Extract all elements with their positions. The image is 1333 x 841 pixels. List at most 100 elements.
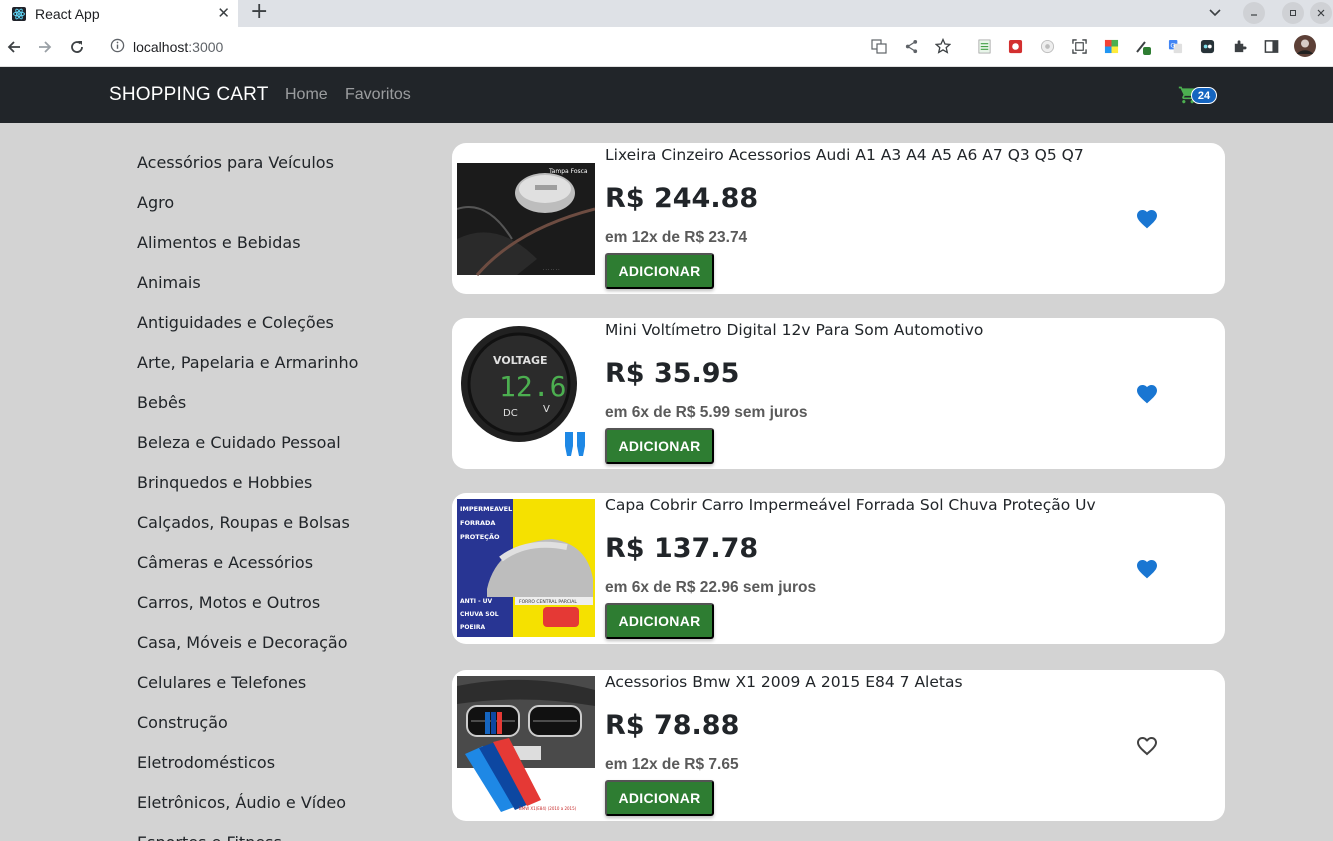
category-item[interactable]: Agro bbox=[137, 193, 174, 212]
category-item[interactable]: Acessórios para Veículos bbox=[137, 153, 334, 172]
product-price: R$ 35.95 bbox=[605, 358, 740, 389]
bookmark-star-icon[interactable] bbox=[934, 37, 952, 55]
add-to-cart-button[interactable]: ADICIONAR bbox=[605, 428, 714, 464]
tab-title: React App bbox=[35, 5, 100, 22]
screenshot-icon[interactable] bbox=[1070, 37, 1088, 55]
category-item[interactable]: Eletrônicos, Áudio e Vídeo bbox=[137, 793, 346, 812]
nav-link-favoritos[interactable]: Favoritos bbox=[345, 86, 411, 104]
forward-arrow-icon[interactable] bbox=[33, 35, 57, 59]
browser-tab[interactable]: React App ✕ bbox=[0, 0, 238, 27]
svg-text:12.6: 12.6 bbox=[499, 370, 566, 403]
side-panel-icon[interactable] bbox=[1262, 37, 1280, 55]
category-item[interactable]: Antiguidades e Coleções bbox=[137, 313, 334, 332]
image-caption: Tampa Fosca bbox=[548, 168, 588, 175]
product-installments: em 12x de R$ 23.74 bbox=[605, 229, 748, 246]
product-title[interactable]: Mini Voltímetro Digital 12v Para Som Aut… bbox=[605, 321, 983, 339]
grey-circle-extension-icon[interactable] bbox=[1038, 37, 1056, 55]
extensions-puzzle-icon[interactable] bbox=[1230, 37, 1248, 55]
svg-text:BMW X1(E84) (2010 a 2015): BMW X1(E84) (2010 a 2015) bbox=[519, 806, 577, 811]
category-item[interactable]: Bebês bbox=[137, 393, 186, 412]
category-item[interactable]: Carros, Motos e Outros bbox=[137, 593, 320, 612]
red-extension-icon[interactable] bbox=[1006, 37, 1024, 55]
sheets-extension-icon[interactable] bbox=[975, 37, 993, 55]
svg-text:G: G bbox=[1170, 41, 1175, 49]
eyedropper-icon[interactable] bbox=[1134, 37, 1152, 55]
image-caption: VOLTAGE bbox=[493, 354, 548, 367]
reload-icon[interactable] bbox=[65, 35, 89, 59]
product-image: IMPERMEAVEL FORRADA PROTEÇÃO ANTI - UV C… bbox=[457, 499, 595, 637]
add-to-cart-button[interactable]: ADICIONAR bbox=[605, 780, 714, 816]
url-port: :3000 bbox=[188, 39, 224, 55]
url-host: localhost bbox=[133, 39, 189, 55]
svg-text:CHUVA SOL: CHUVA SOL bbox=[460, 611, 499, 618]
svg-text:DC: DC bbox=[503, 408, 518, 419]
minimize-icon[interactable] bbox=[1243, 2, 1265, 24]
product-price: R$ 78.88 bbox=[605, 710, 740, 741]
close-window-icon[interactable] bbox=[1310, 2, 1332, 24]
category-item[interactable]: Calçados, Roupas e Bolsas bbox=[137, 513, 350, 532]
heart-filled-icon[interactable] bbox=[1135, 207, 1159, 231]
product-title[interactable]: Capa Cobrir Carro Impermeável Forrada So… bbox=[605, 496, 1096, 514]
url-text: localhost:3000 bbox=[133, 39, 223, 55]
category-item[interactable]: Celulares e Telefones bbox=[137, 673, 306, 692]
product-installments: em 12x de R$ 7.65 bbox=[605, 756, 739, 773]
app-navbar: SHOPPING CART Home Favoritos 24 bbox=[0, 67, 1333, 123]
category-item[interactable]: Alimentos e Bebidas bbox=[137, 233, 301, 252]
product-card: VOLTAGE 12.6 DC V Mini Voltímetro Digita… bbox=[452, 318, 1225, 469]
product-card: IMPERMEAVEL FORRADA PROTEÇÃO ANTI - UV C… bbox=[452, 493, 1225, 644]
cart-count-badge: 24 bbox=[1191, 87, 1217, 104]
product-title[interactable]: Lixeira Cinzeiro Acessorios Audi A1 A3 A… bbox=[605, 146, 1084, 164]
chevron-down-icon[interactable] bbox=[1204, 2, 1226, 24]
restore-icon[interactable] bbox=[1282, 2, 1304, 24]
product-price: R$ 137.78 bbox=[605, 533, 759, 564]
svg-text:ANTI - UV: ANTI - UV bbox=[460, 598, 493, 605]
product-price: R$ 244.88 bbox=[605, 183, 759, 214]
category-sidebar: Acessórios para Veículos Agro Alimentos … bbox=[137, 123, 437, 841]
product-installments: em 6x de R$ 22.96 sem juros bbox=[605, 579, 817, 596]
share-icon[interactable] bbox=[902, 37, 920, 55]
browser-toolbar: localhost:3000 G bbox=[0, 27, 1333, 67]
category-item[interactable]: Esportes e Fitness bbox=[137, 833, 282, 841]
add-to-cart-button[interactable]: ADICIONAR bbox=[605, 253, 714, 289]
product-installments: em 6x de R$ 5.99 sem juros bbox=[605, 404, 808, 421]
add-to-cart-button[interactable]: ADICIONAR bbox=[605, 603, 714, 639]
svg-text:POEIRA: POEIRA bbox=[460, 624, 485, 631]
svg-text:PROTEÇÃO: PROTEÇÃO bbox=[460, 532, 500, 541]
brand-logo[interactable]: SHOPPING CART bbox=[109, 84, 269, 106]
category-item[interactable]: Construção bbox=[137, 713, 228, 732]
new-tab-button[interactable]: + bbox=[250, 0, 268, 24]
react-logo-icon bbox=[12, 6, 26, 21]
heart-outline-icon[interactable] bbox=[1135, 734, 1159, 758]
product-card: BMW X1(E84) (2010 a 2015) Acessorios Bmw… bbox=[452, 670, 1225, 821]
translate-icon[interactable] bbox=[870, 37, 888, 55]
heart-filled-icon[interactable] bbox=[1135, 557, 1159, 581]
product-title[interactable]: Acessorios Bmw X1 2009 A 2015 E84 7 Alet… bbox=[605, 673, 963, 691]
image-caption: IMPERMEAVEL bbox=[460, 505, 512, 513]
category-item[interactable]: Beleza e Cuidado Pessoal bbox=[137, 433, 341, 452]
svg-text:· · · · · · ·: · · · · · · · bbox=[543, 267, 560, 272]
address-bar[interactable]: localhost:3000 bbox=[100, 32, 960, 62]
heart-filled-icon[interactable] bbox=[1135, 382, 1159, 406]
tab-close-icon[interactable]: ✕ bbox=[217, 4, 230, 22]
cart-button[interactable]: 24 bbox=[1178, 85, 1220, 107]
svg-text:FORRO CENTRAL PARCIAL: FORRO CENTRAL PARCIAL bbox=[519, 599, 577, 605]
color-picker-icon[interactable] bbox=[1102, 37, 1120, 55]
profile-avatar[interactable] bbox=[1294, 35, 1316, 57]
back-arrow-icon[interactable] bbox=[2, 35, 26, 59]
dark-extension-icon[interactable] bbox=[1198, 37, 1216, 55]
product-image: Tampa Fosca · · · · · · · bbox=[457, 149, 595, 287]
nav-link-home[interactable]: Home bbox=[285, 86, 328, 104]
info-icon[interactable] bbox=[110, 38, 125, 57]
product-image: BMW X1(E84) (2010 a 2015) bbox=[457, 676, 595, 814]
product-image: VOLTAGE 12.6 DC V bbox=[457, 324, 595, 462]
google-translate-icon[interactable]: G bbox=[1166, 37, 1184, 55]
category-item[interactable]: Animais bbox=[137, 273, 201, 292]
product-card: Tampa Fosca · · · · · · · Lixeira Cinzei… bbox=[452, 143, 1225, 294]
category-item[interactable]: Casa, Móveis e Decoração bbox=[137, 633, 348, 652]
category-item[interactable]: Arte, Papelaria e Armarinho bbox=[137, 353, 358, 372]
browser-tabbar: React App ✕ + bbox=[0, 0, 1333, 27]
category-item[interactable]: Eletrodomésticos bbox=[137, 753, 275, 772]
category-item[interactable]: Câmeras e Acessórios bbox=[137, 553, 313, 572]
svg-text:V: V bbox=[543, 404, 550, 415]
category-item[interactable]: Brinquedos e Hobbies bbox=[137, 473, 312, 492]
